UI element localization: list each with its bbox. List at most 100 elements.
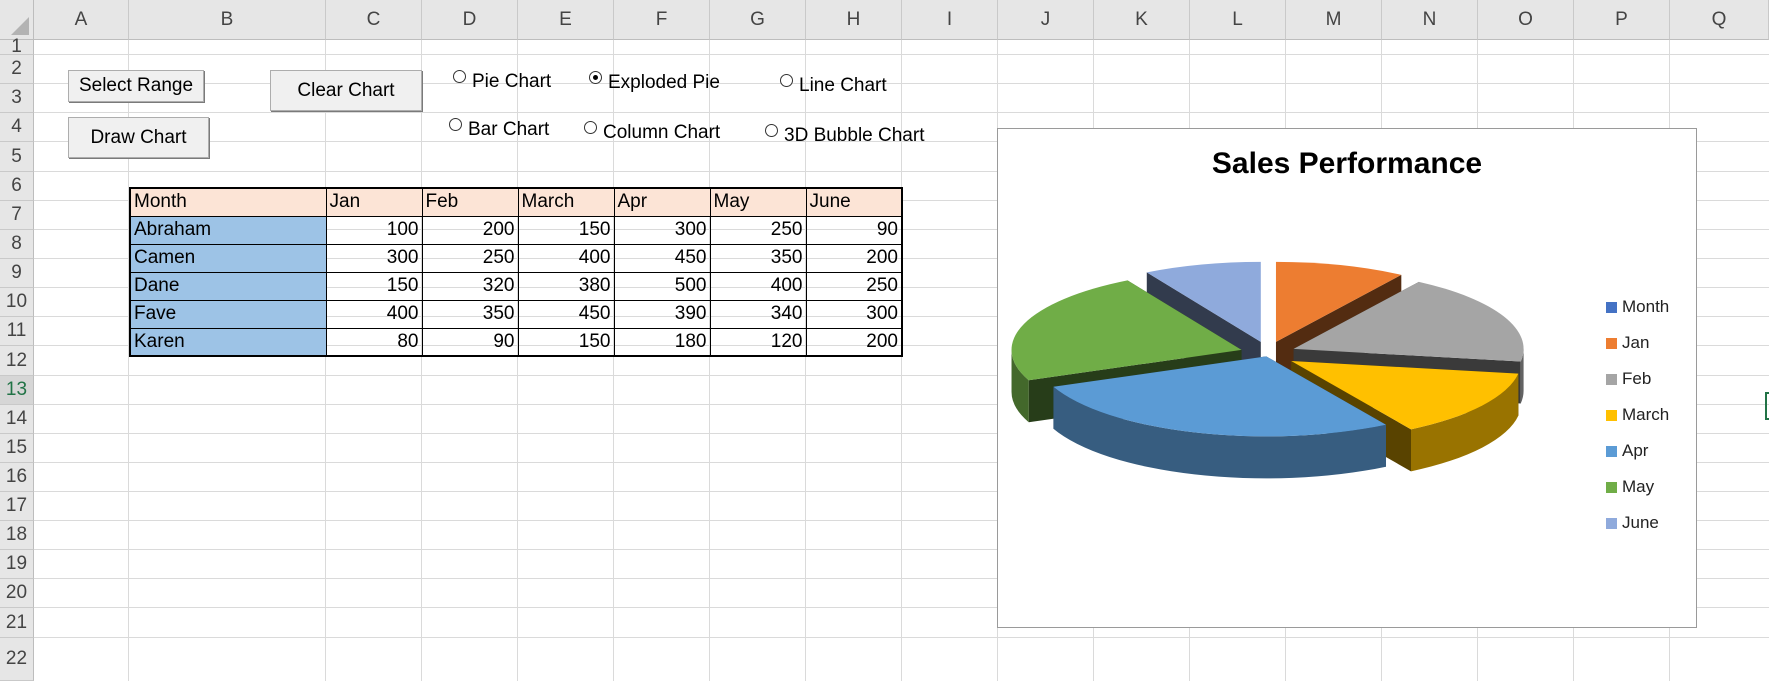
name-cell[interactable]: Fave: [129, 299, 327, 329]
select-all-corner[interactable]: [0, 0, 34, 40]
header-cell[interactable]: Month: [129, 187, 327, 217]
value-cell[interactable]: 90: [805, 215, 903, 245]
row-header[interactable]: 21: [0, 608, 34, 638]
value-cell[interactable]: 320: [421, 271, 519, 301]
header-cell[interactable]: June: [805, 187, 903, 217]
value-cell[interactable]: 350: [421, 299, 519, 329]
header-cell[interactable]: Feb: [421, 187, 519, 217]
value-cell[interactable]: 120: [709, 327, 807, 357]
name-cell[interactable]: Dane: [129, 271, 327, 301]
row-header[interactable]: 17: [0, 492, 34, 521]
radio-column-chart[interactable]: Column Chart: [584, 120, 720, 144]
value-cell[interactable]: 340: [709, 299, 807, 329]
row-header[interactable]: 15: [0, 434, 34, 463]
column-header[interactable]: H: [806, 0, 902, 40]
row-header[interactable]: 18: [0, 521, 34, 550]
row-header[interactable]: 10: [0, 288, 34, 317]
column-header[interactable]: L: [1190, 0, 1286, 40]
value-cell[interactable]: 150: [517, 327, 615, 357]
value-cell[interactable]: 200: [805, 327, 903, 357]
column-header[interactable]: G: [710, 0, 806, 40]
value-cell[interactable]: 400: [325, 299, 423, 329]
row-header[interactable]: 20: [0, 579, 34, 608]
value-cell[interactable]: 350: [709, 243, 807, 273]
value-cell[interactable]: 100: [325, 215, 423, 245]
row-header[interactable]: 12: [0, 346, 34, 376]
column-header[interactable]: K: [1094, 0, 1190, 40]
legend-entry[interactable]: Jan: [1606, 325, 1669, 361]
name-cell[interactable]: Abraham: [129, 215, 327, 245]
value-cell[interactable]: 300: [613, 215, 711, 245]
row-header[interactable]: 13: [0, 376, 34, 405]
column-header[interactable]: M: [1286, 0, 1382, 40]
clear-chart-button[interactable]: Clear Chart: [270, 70, 422, 111]
column-header[interactable]: C: [326, 0, 422, 40]
row-header[interactable]: 19: [0, 550, 34, 579]
header-cell[interactable]: Jan: [325, 187, 423, 217]
name-cell[interactable]: Camen: [129, 243, 327, 273]
legend-entry[interactable]: May: [1606, 469, 1669, 505]
legend-entry[interactable]: Apr: [1606, 433, 1669, 469]
value-cell[interactable]: 380: [517, 271, 615, 301]
value-cell[interactable]: 200: [421, 215, 519, 245]
legend-entry[interactable]: Month: [1606, 289, 1669, 325]
radio-indicator[interactable]: [589, 70, 602, 84]
value-cell[interactable]: 250: [805, 271, 903, 301]
row-header[interactable]: 16: [0, 463, 34, 492]
row-header[interactable]: 7: [0, 201, 34, 230]
value-cell[interactable]: 200: [805, 243, 903, 273]
column-header[interactable]: A: [34, 0, 129, 40]
value-cell[interactable]: 180: [613, 327, 711, 357]
radio-exploded-pie[interactable]: Exploded Pie: [589, 70, 720, 94]
column-header[interactable]: P: [1574, 0, 1670, 40]
header-cell[interactable]: March: [517, 187, 615, 217]
column-header[interactable]: D: [422, 0, 518, 40]
radio-indicator[interactable]: [584, 120, 597, 134]
value-cell[interactable]: 250: [709, 215, 807, 245]
value-cell[interactable]: 450: [613, 243, 711, 273]
value-cell[interactable]: 90: [421, 327, 519, 357]
radio-indicator[interactable]: [449, 117, 462, 131]
value-cell[interactable]: 450: [517, 299, 615, 329]
value-cell[interactable]: 300: [805, 299, 903, 329]
select-range-button[interactable]: Select Range: [68, 70, 204, 102]
row-header[interactable]: 8: [0, 230, 34, 259]
header-cell[interactable]: Apr: [613, 187, 711, 217]
value-cell[interactable]: 400: [517, 243, 615, 273]
row-header[interactable]: 5: [0, 142, 34, 172]
legend-entry[interactable]: March: [1606, 397, 1669, 433]
column-header[interactable]: F: [614, 0, 710, 40]
value-cell[interactable]: 400: [709, 271, 807, 301]
value-cell[interactable]: 500: [613, 271, 711, 301]
row-header[interactable]: 9: [0, 259, 34, 288]
column-header[interactable]: E: [518, 0, 614, 40]
column-header[interactable]: Q: [1670, 0, 1769, 40]
draw-chart-button[interactable]: Draw Chart: [68, 117, 209, 158]
value-cell[interactable]: 250: [421, 243, 519, 273]
row-header[interactable]: 22: [0, 638, 34, 681]
row-header[interactable]: 11: [0, 317, 34, 346]
radio-pie-chart[interactable]: Pie Chart: [453, 69, 551, 93]
row-header[interactable]: 14: [0, 405, 34, 434]
legend-entry[interactable]: June: [1606, 505, 1669, 541]
value-cell[interactable]: 150: [517, 215, 615, 245]
column-header[interactable]: I: [902, 0, 998, 40]
header-cell[interactable]: May: [709, 187, 807, 217]
column-header[interactable]: N: [1382, 0, 1478, 40]
value-cell[interactable]: 390: [613, 299, 711, 329]
column-header[interactable]: J: [998, 0, 1094, 40]
column-header[interactable]: B: [129, 0, 326, 40]
radio-indicator[interactable]: [453, 69, 466, 83]
spreadsheet[interactable]: ABCDEFGHIJKLMNOPQ 1 2 3 4 5 6 7 8 9 10 11 12 13 14 15 1…: [0, 0, 1769, 681]
radio-indicator[interactable]: [780, 73, 793, 87]
radio-line-chart[interactable]: Line Chart: [780, 73, 887, 97]
row-header[interactable]: 1: [0, 36, 34, 57]
row-header[interactable]: 4: [0, 113, 34, 142]
row-header[interactable]: 2: [0, 55, 34, 84]
radio-bar-chart[interactable]: Bar Chart: [449, 117, 549, 141]
legend-entry[interactable]: Feb: [1606, 361, 1669, 397]
pie-chart-object[interactable]: Sales Performance Month Jan Feb March Apr May…: [997, 128, 1697, 628]
radio-3d-bubble-chart[interactable]: 3D Bubble Chart: [765, 123, 924, 147]
row-header[interactable]: 6: [0, 172, 34, 201]
value-cell[interactable]: 300: [325, 243, 423, 273]
